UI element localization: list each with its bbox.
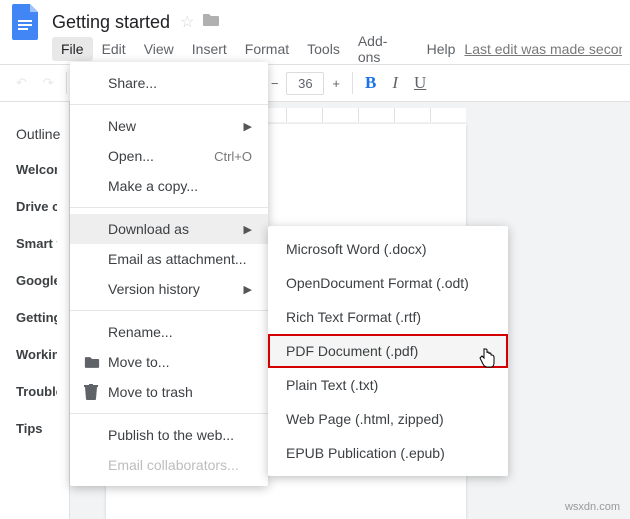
- watermark-text: wsxdn.com: [565, 501, 620, 513]
- outline-item[interactable]: Trouble: [16, 384, 57, 399]
- docs-logo-icon[interactable]: [8, 4, 44, 40]
- underline-button[interactable]: U: [406, 69, 434, 97]
- separator: [352, 72, 353, 94]
- menu-label: Make a copy...: [108, 178, 252, 194]
- separator: [70, 413, 268, 414]
- separator: [70, 207, 268, 208]
- separator: [70, 104, 268, 105]
- font-size-input[interactable]: 36: [286, 72, 324, 95]
- menu-insert[interactable]: Insert: [183, 37, 236, 61]
- chevron-right-icon: ▶: [244, 120, 252, 133]
- outline-item[interactable]: Drive ca: [16, 199, 57, 214]
- separator: [70, 310, 268, 311]
- font-size-plus[interactable]: +: [324, 70, 348, 97]
- redo-button[interactable]: ↷: [35, 69, 62, 97]
- menu-download-as[interactable]: Download as ▶: [70, 214, 268, 244]
- outline-title: Outline: [16, 126, 57, 142]
- menu-label: Rename...: [108, 324, 252, 340]
- menu-format[interactable]: Format: [236, 37, 298, 61]
- menu-new[interactable]: New ▶: [70, 111, 268, 141]
- menu-label: Share...: [108, 75, 252, 91]
- menu-label: Move to trash: [108, 384, 252, 400]
- menu-view[interactable]: View: [135, 37, 183, 61]
- menu-label: Publish to the web...: [108, 427, 252, 443]
- menu-label: Download as: [108, 221, 238, 237]
- folder-icon: [84, 356, 108, 369]
- bold-button[interactable]: B: [357, 69, 384, 97]
- menu-make-copy[interactable]: Make a copy...: [70, 171, 268, 201]
- download-epub[interactable]: EPUB Publication (.epub): [268, 436, 508, 470]
- menu-label: Email collaborators...: [108, 457, 252, 473]
- menu-addons[interactable]: Add-ons: [349, 29, 418, 69]
- download-pdf[interactable]: PDF Document (.pdf): [268, 334, 508, 368]
- italic-button[interactable]: I: [384, 69, 406, 97]
- document-title[interactable]: Getting started: [52, 12, 170, 33]
- trash-icon: [84, 384, 108, 400]
- folder-icon[interactable]: [202, 13, 220, 32]
- menu-label: Version history: [108, 281, 238, 297]
- outline-item[interactable]: Smart fe: [16, 236, 57, 251]
- last-edit-link[interactable]: Last edit was made secon: [464, 41, 622, 57]
- star-icon[interactable]: ☆: [180, 12, 194, 32]
- menu-label: Open...: [108, 148, 214, 164]
- menu-move-to-trash[interactable]: Move to trash: [70, 377, 268, 407]
- download-as-submenu: Microsoft Word (.docx) OpenDocument Form…: [268, 226, 508, 476]
- shortcut-text: Ctrl+O: [214, 149, 252, 164]
- download-rtf[interactable]: Rich Text Format (.rtf): [268, 300, 508, 334]
- menu-open[interactable]: Open... Ctrl+O: [70, 141, 268, 171]
- menu-edit[interactable]: Edit: [93, 37, 135, 61]
- chevron-right-icon: ▶: [244, 223, 252, 236]
- menu-label: Email as attachment...: [108, 251, 252, 267]
- download-txt[interactable]: Plain Text (.txt): [268, 368, 508, 402]
- separator: [66, 72, 67, 94]
- menu-label: New: [108, 118, 238, 134]
- menu-publish-web[interactable]: Publish to the web...: [70, 420, 268, 450]
- chevron-right-icon: ▶: [244, 283, 252, 296]
- download-docx[interactable]: Microsoft Word (.docx): [268, 232, 508, 266]
- title-bar: Getting started ☆: [0, 0, 630, 36]
- menu-help[interactable]: Help: [418, 37, 465, 61]
- outline-item[interactable]: Welcom: [16, 162, 57, 177]
- menu-version-history[interactable]: Version history ▶: [70, 274, 268, 304]
- download-odt[interactable]: OpenDocument Format (.odt): [268, 266, 508, 300]
- outline-item[interactable]: Tips: [16, 421, 57, 436]
- menu-share[interactable]: Share...: [70, 68, 268, 98]
- menu-file[interactable]: File: [52, 37, 93, 61]
- menu-tools[interactable]: Tools: [298, 37, 349, 61]
- menu-rename[interactable]: Rename...: [70, 317, 268, 347]
- outline-item[interactable]: Workin: [16, 347, 57, 362]
- outline-item[interactable]: Google: [16, 273, 57, 288]
- menu-email-collaborators: Email collaborators...: [70, 450, 268, 480]
- menu-email-attachment[interactable]: Email as attachment...: [70, 244, 268, 274]
- undo-button[interactable]: ↶: [8, 69, 35, 97]
- menu-label: Move to...: [108, 354, 252, 370]
- file-menu-dropdown: Share... New ▶ Open... Ctrl+O Make a cop…: [70, 62, 268, 486]
- menu-move-to[interactable]: Move to...: [70, 347, 268, 377]
- menu-bar: File Edit View Insert Format Tools Add-o…: [0, 36, 630, 62]
- outline-item[interactable]: Getting: [16, 310, 57, 325]
- outline-sidebar: Outline Welcom Drive ca Smart fe Google …: [0, 102, 70, 519]
- download-html[interactable]: Web Page (.html, zipped): [268, 402, 508, 436]
